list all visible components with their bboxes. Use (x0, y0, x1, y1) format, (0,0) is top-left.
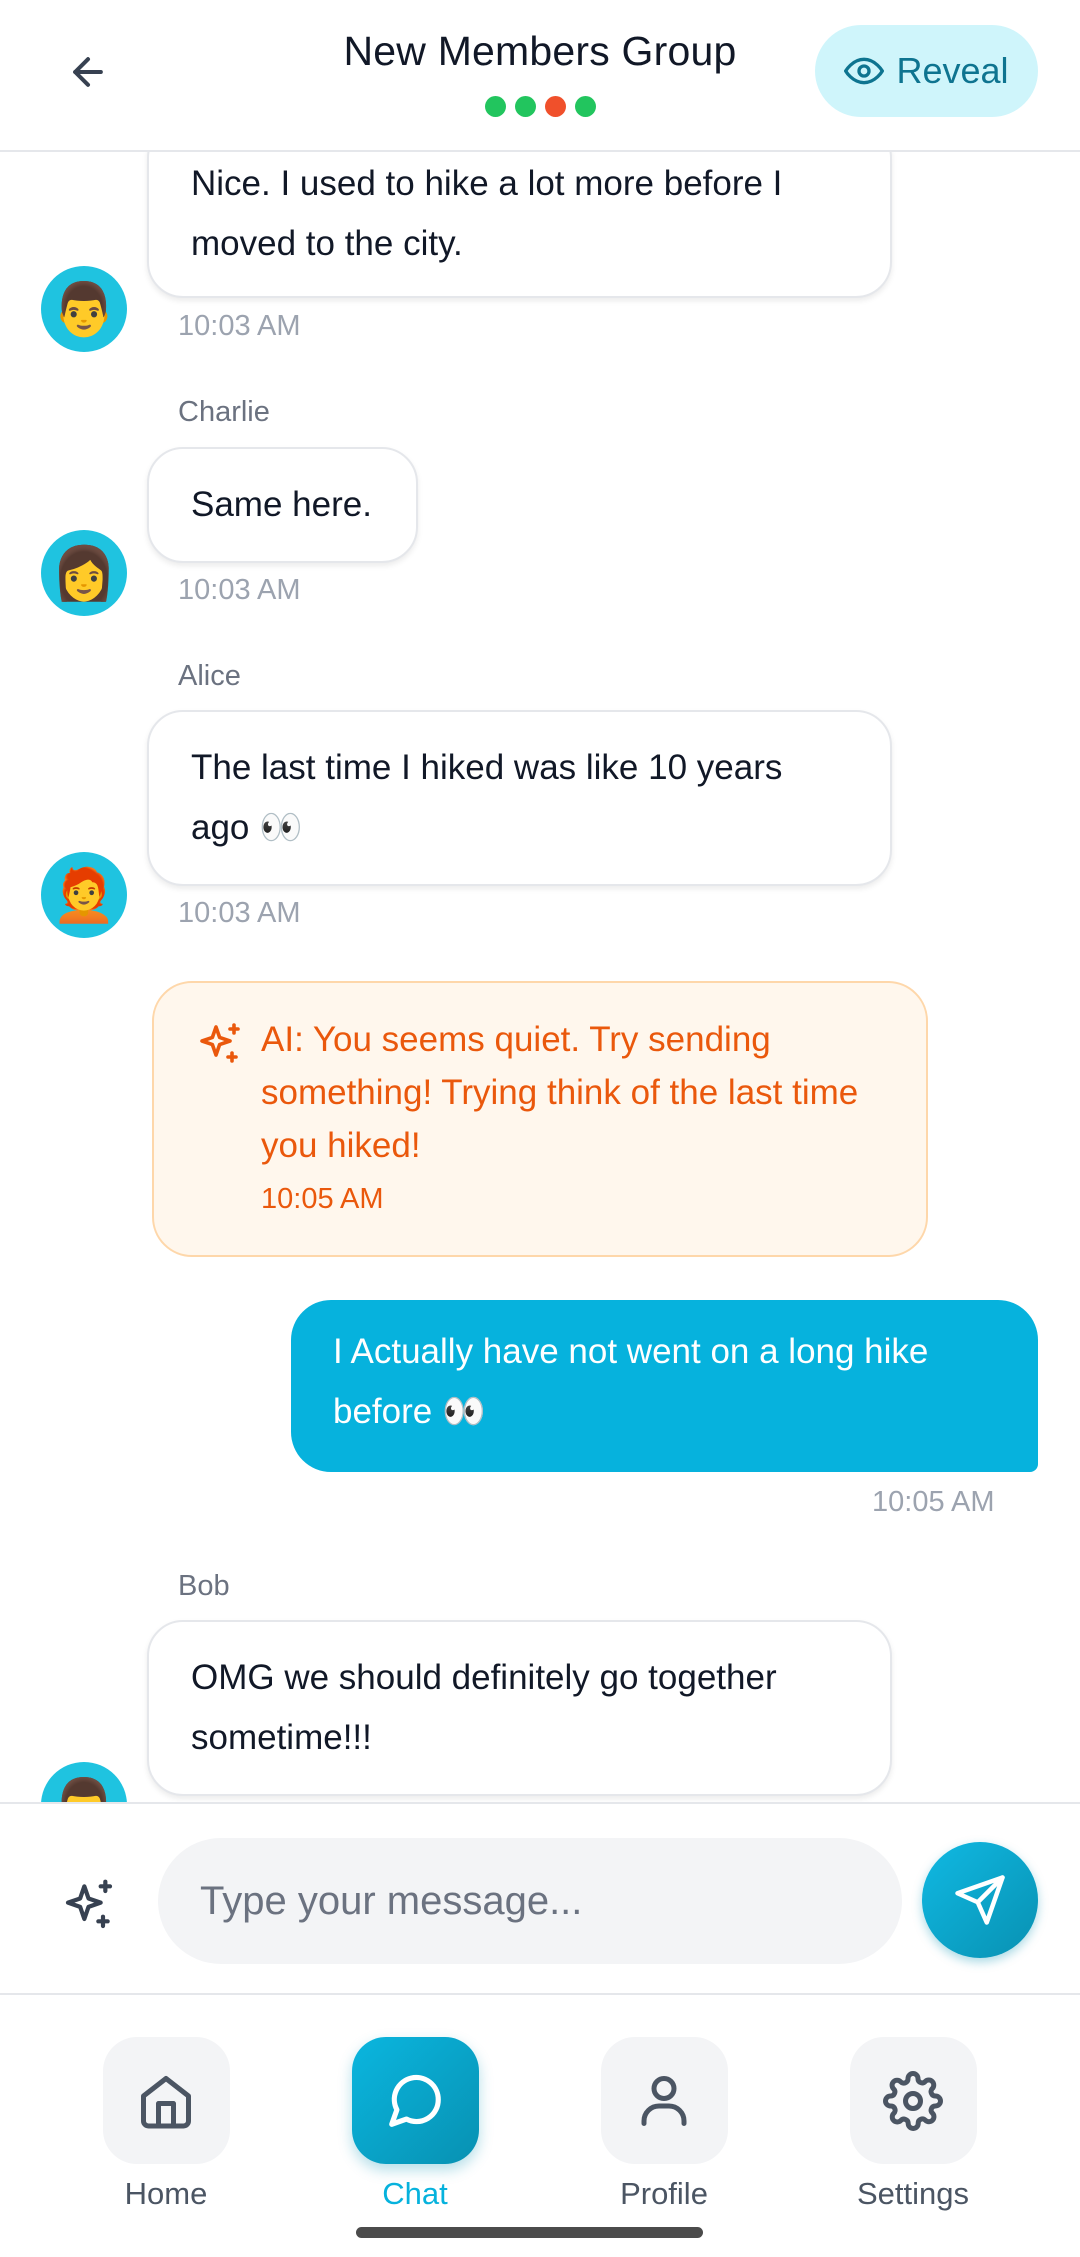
nav-icon-container (351, 2037, 479, 2164)
message-bubble[interactable]: OMG we should definitely go together som… (147, 1620, 892, 1796)
nav-label: Settings (856, 2176, 969, 2211)
avatar-emoji: 👨 (52, 1775, 117, 1803)
message-time: 10:03 AM (178, 574, 301, 606)
avatar[interactable]: 👨 (41, 1762, 127, 1802)
sender-name: Charlie (178, 396, 270, 428)
nav-icon-container (849, 2037, 977, 2164)
nav-icon-container (600, 2037, 728, 2164)
nav-label: Home (124, 2176, 208, 2211)
message-bubble[interactable]: Nice. I used to hike a lot more before I… (147, 152, 892, 298)
message-text-line: I Actually have not went on a long hike (333, 1332, 929, 1371)
avatar-emoji: 👩 (51, 544, 117, 603)
chat-icon (389, 2074, 441, 2127)
message-text-line: moved to the city. (191, 224, 463, 263)
nav-item-settings[interactable]: Settings (818, 2037, 1008, 2212)
avatar-emoji: 👨 (51, 280, 117, 339)
sender-name: Bob (178, 1570, 230, 1602)
ai-assist-button[interactable] (50, 1866, 128, 1944)
chat-header: New Members Group Reveal (0, 0, 1080, 152)
settings-icon (883, 2070, 943, 2131)
ai-suggestion-text: AI: You seems quiet. Try sending somethi… (261, 1020, 859, 1165)
nav-item-profile[interactable]: Profile (569, 2037, 759, 2212)
reveal-label: Reveal (896, 50, 1009, 91)
message-list[interactable]: Nice. I used to hike a lot more before I… (0, 152, 1080, 1802)
nav-item-home[interactable]: Home (71, 2037, 261, 2212)
nav-label: Chat (382, 2176, 448, 2211)
message-bubble[interactable]: The last time I hiked was like 10 years … (147, 710, 892, 886)
status-dot (574, 96, 596, 117)
sender-name: Alice (178, 660, 241, 692)
message-input[interactable] (158, 1838, 902, 1964)
avatar[interactable]: 🧑‍🦰 (41, 852, 127, 938)
nav-item-chat[interactable]: Chat (320, 2037, 510, 2212)
message-text-line: ago 👀 (191, 808, 303, 847)
sparkles-icon (65, 1879, 113, 1929)
message-text-line: The last time I hiked was like 10 years (191, 748, 783, 787)
avatar[interactable]: 👩 (41, 530, 127, 616)
sparkles-icon (200, 1023, 240, 1063)
home-icon (141, 2075, 191, 2128)
message-time: 10:03 AM (178, 310, 301, 342)
message-bubble[interactable]: Same here. (147, 447, 418, 563)
send-icon (955, 1875, 1005, 1925)
message-text-line: OMG we should definitely go together (191, 1658, 777, 1697)
profile-icon (641, 2075, 687, 2126)
ai-suggestion-card[interactable]: AI: You seems quiet. Try sending somethi… (152, 981, 928, 1257)
message-text-line: before 👀 (333, 1392, 486, 1431)
message-time: 10:03 AM (178, 897, 301, 929)
avatar-emoji: 🧑‍🦰 (51, 866, 117, 925)
ai-suggestion-time: 10:05 AM (261, 1183, 384, 1215)
message-composer (0, 1802, 1080, 1995)
status-dot (544, 96, 566, 117)
status-dot (484, 96, 506, 117)
message-text-line: Nice. I used to hike a lot more before I (191, 164, 783, 203)
nav-label: Profile (620, 2176, 708, 2211)
message-text-line: Same here. (191, 485, 372, 524)
home-indicator[interactable] (356, 2227, 703, 2238)
reveal-button[interactable]: Reveal (815, 25, 1038, 117)
status-dot (514, 96, 536, 117)
bottom-navigation: Home Chat Profile Settings (0, 1995, 1080, 2257)
eye-icon (844, 57, 885, 85)
message-time: 10:05 AM (872, 1486, 995, 1518)
avatar[interactable]: 👨 (41, 266, 127, 352)
send-button[interactable] (922, 1842, 1038, 1958)
nav-icon-container (102, 2037, 230, 2164)
message-text-line: sometime!!! (191, 1718, 372, 1757)
outgoing-message-bubble[interactable]: I Actually have not went on a long hike … (291, 1300, 1038, 1472)
